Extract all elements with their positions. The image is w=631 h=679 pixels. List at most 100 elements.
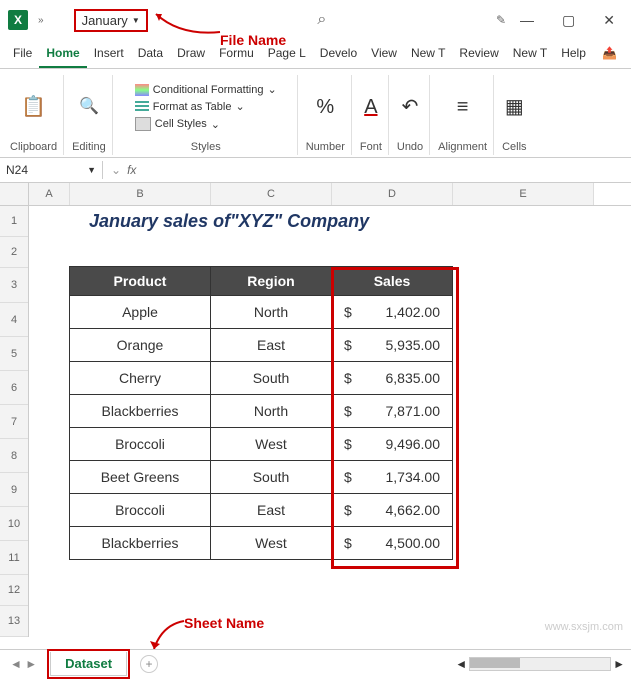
chevron-down-icon: ▼ xyxy=(132,16,140,25)
menu-insert[interactable]: Insert xyxy=(87,40,131,68)
qat-chevron-icon[interactable]: » xyxy=(34,15,48,26)
ribbon-font[interactable]: A Font xyxy=(354,75,389,155)
ribbon-alignment[interactable]: ≡ Alignment xyxy=(432,75,494,155)
scroll-left-icon[interactable]: ◄ xyxy=(455,657,467,671)
minimize-button[interactable]: — xyxy=(512,8,542,33)
menu-help[interactable]: Help xyxy=(554,40,593,68)
row-header[interactable]: 8 xyxy=(0,439,28,473)
select-all-corner[interactable] xyxy=(0,183,28,206)
col-header[interactable]: D xyxy=(332,183,453,205)
row-header[interactable]: 13 xyxy=(0,606,28,637)
add-sheet-button[interactable]: + xyxy=(140,655,158,673)
menu-review[interactable]: Review xyxy=(452,40,505,68)
row-header[interactable]: 6 xyxy=(0,371,28,405)
menu-view[interactable]: View xyxy=(364,40,404,68)
table-row: CherrySouth$6,835.00 xyxy=(70,362,453,395)
ribbon-cells[interactable]: ▦ Cells xyxy=(496,75,532,155)
menu-newtab2[interactable]: New T xyxy=(506,40,554,68)
number-label: Number xyxy=(306,139,345,155)
cells-label: Cells xyxy=(502,139,526,155)
header-region: Region xyxy=(211,267,332,296)
sheet-tab-dataset[interactable]: Dataset xyxy=(50,652,127,676)
pen-icon[interactable]: ✎ xyxy=(496,13,506,27)
menu-home[interactable]: Home xyxy=(39,40,86,68)
ribbon: 📋 Clipboard 🔍 Editing Conditional Format… xyxy=(0,69,631,158)
col-header[interactable]: C xyxy=(211,183,332,205)
row-header[interactable]: 12 xyxy=(0,575,28,606)
row-headers: 1 2 3 4 5 6 7 8 9 10 11 12 13 xyxy=(0,183,29,637)
ribbon-undo[interactable]: ↶ Undo xyxy=(391,75,430,155)
font-label: Font xyxy=(360,139,382,155)
table-row: AppleNorth$1,402.00 xyxy=(70,296,453,329)
menu-newtab1[interactable]: New T xyxy=(404,40,452,68)
scroll-right-icon[interactable]: ► xyxy=(613,657,625,671)
title-bar: X » January ▼ ⌕ ✎ — ▢ ✕ xyxy=(0,0,631,40)
ribbon-number[interactable]: % Number xyxy=(300,75,352,155)
ribbon-clipboard[interactable]: 📋 Clipboard xyxy=(4,75,64,155)
format-as-table-button[interactable]: Format as Table ⌄ xyxy=(135,100,245,113)
row-header[interactable]: 5 xyxy=(0,337,28,371)
table-icon xyxy=(135,101,149,113)
table-header-row: Product Region Sales xyxy=(70,267,453,296)
expand-icon[interactable]: ⌄ xyxy=(111,163,121,177)
percent-icon: % xyxy=(316,97,334,117)
ribbon-editing[interactable]: 🔍 Editing xyxy=(66,75,113,155)
sheet-title: January sales of"XYZ" Company xyxy=(29,206,631,236)
row-header[interactable]: 11 xyxy=(0,541,28,575)
cells-icon: ▦ xyxy=(505,97,524,117)
column-headers: A B C D E xyxy=(29,183,631,206)
editing-label: Editing xyxy=(72,139,106,155)
cell-styles-button[interactable]: Cell Styles ⌄ xyxy=(135,117,220,131)
menu-data[interactable]: Data xyxy=(131,40,170,68)
row-header[interactable]: 2 xyxy=(0,237,28,268)
menu-bar: File Home Insert Data Draw Formu Page L … xyxy=(0,40,631,69)
clipboard-label: Clipboard xyxy=(10,139,57,155)
name-box[interactable]: N24 ▼ xyxy=(0,161,103,179)
row-header[interactable]: 10 xyxy=(0,507,28,541)
cellstyles-icon xyxy=(135,117,151,131)
table-row: OrangeEast$5,935.00 xyxy=(70,329,453,362)
col-header[interactable]: A xyxy=(29,183,70,205)
table-row: BlackberriesWest$4,500.00 xyxy=(70,527,453,560)
row-header[interactable]: 7 xyxy=(0,405,28,439)
row-header[interactable]: 4 xyxy=(0,303,28,337)
col-header[interactable]: E xyxy=(453,183,594,205)
fx-label[interactable]: fx xyxy=(127,163,136,177)
formula-bar: N24 ▼ ⌄ fx xyxy=(0,158,631,183)
row-header[interactable]: 9 xyxy=(0,473,28,507)
table-row: Beet GreensSouth$1,734.00 xyxy=(70,461,453,494)
row-header[interactable]: 1 xyxy=(0,206,28,237)
menu-file[interactable]: File xyxy=(6,40,39,68)
excel-app-icon[interactable]: X xyxy=(8,10,28,30)
undo-icon: ↶ xyxy=(402,97,419,117)
menu-developer[interactable]: Develo xyxy=(313,40,364,68)
cf-icon xyxy=(135,84,149,96)
cells-area[interactable]: January sales of"XYZ" Company Product Re… xyxy=(29,206,631,560)
window-controls: — ▢ ✕ xyxy=(512,8,623,33)
spreadsheet-grid[interactable]: 1 2 3 4 5 6 7 8 9 10 11 12 13 A B C D E … xyxy=(0,183,631,637)
data-table: Product Region Sales AppleNorth$1,402.00… xyxy=(69,266,453,560)
alignment-icon: ≡ xyxy=(457,97,469,117)
menu-draw[interactable]: Draw xyxy=(170,40,212,68)
row-header[interactable]: 3 xyxy=(0,268,28,303)
horizontal-scrollbar[interactable]: ◄ ► xyxy=(455,657,625,671)
file-name-annotation: File Name xyxy=(220,32,286,48)
scroll-thumb[interactable] xyxy=(470,658,520,668)
name-box-value: N24 xyxy=(6,163,28,177)
maximize-button[interactable]: ▢ xyxy=(554,8,583,33)
conditional-formatting-button[interactable]: Conditional Formatting ⌄ xyxy=(135,83,277,96)
sheet-name-annotation: Sheet Name xyxy=(184,615,264,631)
scroll-track[interactable] xyxy=(469,657,611,671)
share-button[interactable]: 📤 xyxy=(594,40,625,68)
close-button[interactable]: ✕ xyxy=(595,8,623,33)
sheet-tab-bar: ◄ ► Dataset + ◄ ► xyxy=(0,649,631,678)
col-header[interactable]: B xyxy=(70,183,211,205)
annotation-arrow-icon xyxy=(150,8,222,38)
search-icon[interactable]: ⌕ xyxy=(317,11,326,29)
file-name-dropdown[interactable]: January ▼ xyxy=(74,9,148,32)
ribbon-styles: Conditional Formatting ⌄ Format as Table… xyxy=(115,75,298,155)
font-icon: A xyxy=(364,97,377,117)
chevron-down-icon: ▼ xyxy=(87,165,96,175)
header-product: Product xyxy=(70,267,211,296)
tab-nav-arrows[interactable]: ◄ ► xyxy=(0,657,47,671)
